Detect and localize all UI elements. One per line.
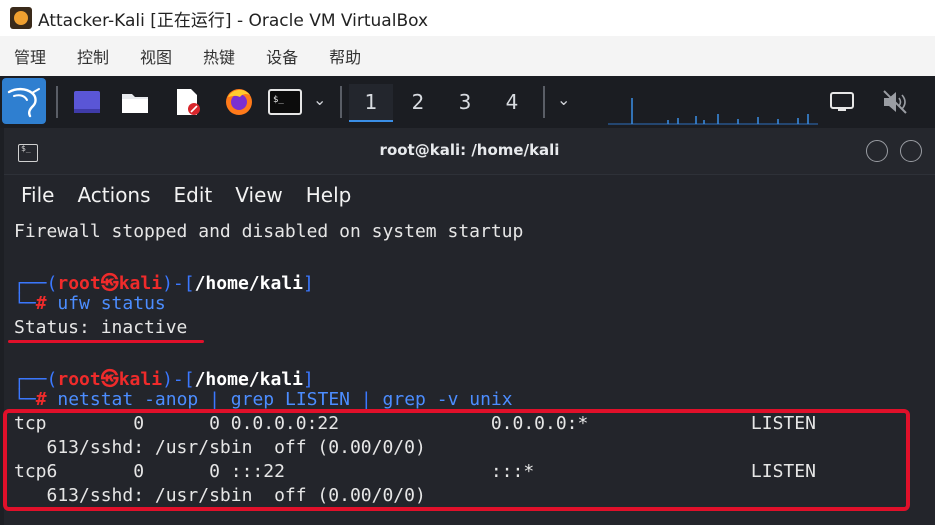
- menu-file[interactable]: File: [21, 183, 54, 207]
- prompt-user: root: [57, 273, 101, 294]
- command-grep-v: grep -v unix: [382, 389, 513, 410]
- chevron-down-icon[interactable]: ⌄: [557, 90, 570, 109]
- virtualbox-menubar: 管理 控制 视图 热键 设备 帮助: [0, 36, 935, 76]
- panel-separator: [340, 86, 342, 118]
- annotation-underline: [8, 340, 204, 343]
- menu-control[interactable]: 控制: [77, 44, 109, 68]
- menu-devices[interactable]: 设备: [266, 44, 298, 68]
- menu-actions[interactable]: Actions: [77, 183, 150, 207]
- output-line: Status: inactive: [14, 317, 188, 338]
- virtualbox-titlebar: Attacker-Kali [正在运行] - Oracle VM Virtual…: [0, 0, 935, 36]
- svg-text:$_: $_: [273, 95, 284, 105]
- kali-panel: $_ ⌄ 1 2 3 4 ⌄: [0, 76, 935, 128]
- prompt-host: kali: [118, 273, 163, 294]
- workspace-4[interactable]: 4: [490, 84, 534, 120]
- command-netstat: netstat -anop: [57, 389, 199, 410]
- menu-help[interactable]: 帮助: [329, 44, 361, 68]
- workspace-2[interactable]: 2: [396, 84, 440, 120]
- prompt-path: /home/kali: [194, 273, 303, 294]
- firefox-icon[interactable]: [224, 87, 254, 117]
- chevron-down-icon[interactable]: ⌄: [313, 90, 326, 109]
- command-grep: grep LISTEN: [230, 389, 351, 410]
- cpu-graph: [608, 98, 818, 125]
- window-title: Attacker-Kali [正在运行] - Oracle VM Virtual…: [38, 10, 429, 31]
- terminal-launcher-icon[interactable]: $_: [268, 87, 302, 117]
- display-icon[interactable]: [827, 87, 857, 117]
- close-button[interactable]: [900, 140, 922, 162]
- terminal-titlebar: root@kali: /home/kali: [4, 128, 935, 175]
- virtualbox-app-icon: [10, 7, 32, 29]
- workspace-1[interactable]: 1: [349, 84, 393, 122]
- panel-separator: [56, 86, 58, 118]
- menu-hotkeys[interactable]: 热键: [203, 44, 235, 68]
- kali-menu-button[interactable]: [2, 78, 46, 124]
- panel-separator: [543, 86, 545, 118]
- prompt-host: kali: [118, 369, 163, 390]
- workspace-3[interactable]: 3: [443, 84, 487, 120]
- menu-view[interactable]: 视图: [140, 44, 172, 68]
- terminal-menubar: File Actions Edit View Help: [4, 175, 935, 215]
- menu-manage[interactable]: 管理: [14, 44, 46, 68]
- kali-dragon-icon: [7, 87, 40, 118]
- annotation-box: [3, 409, 910, 511]
- text-editor-icon[interactable]: [172, 87, 202, 117]
- prompt-path: /home/kali: [194, 369, 303, 390]
- menu-help-terminal[interactable]: Help: [306, 183, 352, 207]
- command-line: └─# ufw status: [14, 293, 166, 314]
- show-desktop-icon[interactable]: [72, 87, 102, 117]
- terminal-title: root@kali: /home/kali: [379, 141, 560, 159]
- file-manager-icon[interactable]: [120, 87, 150, 117]
- command-ufw: ufw status: [57, 293, 166, 314]
- prompt-line: ┌──(root㉿kali)-[/home/kali]: [14, 369, 314, 390]
- prompt-user: root: [57, 369, 101, 390]
- prompt-line: ┌──(root㉿kali)-[/home/kali]: [14, 273, 314, 294]
- menu-view-terminal[interactable]: View: [235, 183, 282, 207]
- minimize-button[interactable]: [866, 140, 888, 162]
- output-line: Firewall stopped and disabled on system …: [14, 221, 524, 242]
- command-line: └─# netstat -anop | grep LISTEN | grep -…: [14, 389, 513, 410]
- menu-edit[interactable]: Edit: [174, 183, 213, 207]
- volume-muted-icon[interactable]: [880, 87, 910, 117]
